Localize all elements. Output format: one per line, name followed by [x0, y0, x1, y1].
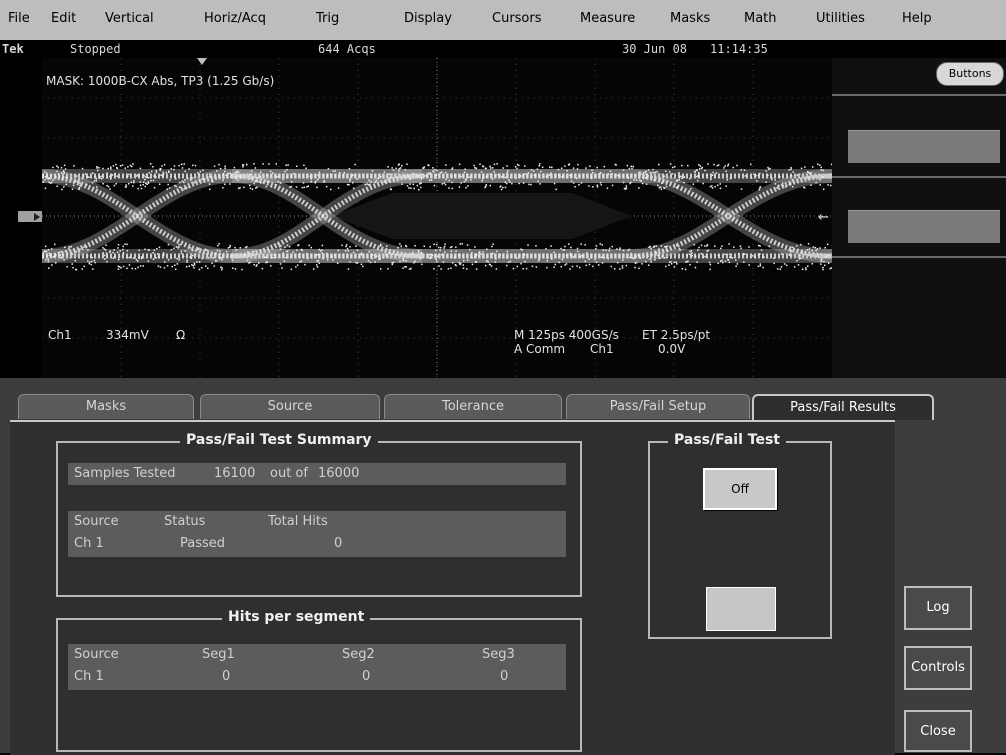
eye-diagram-graticule	[42, 58, 832, 378]
samples-tested-value: 16100	[214, 466, 255, 481]
seg-col-seg2-header: Seg2	[342, 647, 375, 662]
mask-label: MASK: 1000B-CX Abs, TP3 (1.25 Gb/s)	[46, 74, 274, 88]
brand-label: Tek	[2, 42, 24, 56]
acquisition-count: 644 Acqs	[318, 42, 376, 56]
samples-out-of-label: out of	[270, 466, 308, 481]
seg-col-source-header: Source	[74, 647, 119, 662]
tab-tolerance[interactable]: Tolerance	[384, 394, 562, 419]
seg-row-seg2-value: 0	[362, 669, 370, 684]
side-divider	[832, 176, 1006, 178]
seg-col-seg1-header: Seg1	[202, 647, 235, 662]
ch1-scale: 334mV	[106, 328, 149, 342]
log-button[interactable]: Log	[904, 586, 972, 630]
acquisition-state: Stopped	[70, 42, 121, 56]
segment-table: Source Seg1 Seg2 Seg3 Ch 1 0 0 0	[68, 644, 566, 690]
menu-utilities[interactable]: Utilities	[816, 11, 865, 26]
trigger-level: 0.0V	[658, 342, 685, 356]
pass-fail-off-button[interactable]: Off	[703, 468, 777, 510]
row-total-hits-value: 0	[334, 536, 342, 551]
menu-vertical[interactable]: Vertical	[105, 11, 154, 26]
side-divider	[832, 94, 1006, 96]
menu-file[interactable]: File	[8, 11, 30, 26]
samples-tested-row: Samples Tested 16100 out of 16000	[68, 463, 566, 485]
menu-edit[interactable]: Edit	[51, 11, 76, 26]
summary-title: Pass/Fail Test Summary	[180, 432, 378, 448]
controls-button[interactable]: Controls	[904, 646, 972, 690]
tab-masks[interactable]: Masks	[18, 394, 194, 419]
seg-col-seg3-header: Seg3	[482, 647, 515, 662]
horizontal-scale: M 125ps 400GS/s	[514, 328, 619, 342]
col-status-header: Status	[164, 514, 205, 529]
seg-row-seg1-value: 0	[222, 669, 230, 684]
menu-math[interactable]: Math	[744, 11, 777, 26]
trigger-mode: A Comm	[514, 342, 565, 356]
menu-display[interactable]: Display	[404, 11, 452, 26]
trigger-level-arrow-icon: ←	[818, 210, 829, 225]
seg-row-source-value: Ch 1	[74, 669, 104, 684]
status-date: 30 Jun 08	[622, 42, 687, 56]
pass-fail-status-indicator	[706, 587, 776, 631]
row-status-value: Passed	[180, 536, 225, 551]
close-button[interactable]: Close	[904, 710, 972, 752]
status-bar: Tek Stopped 644 Acqs 30 Jun 08 11:14:35	[0, 40, 1006, 58]
side-button-slot-1[interactable]	[848, 130, 1000, 163]
ch1-termination-unit: Ω	[176, 328, 185, 342]
record-resolution: ET 2.5ps/pt	[642, 328, 710, 342]
col-total-hits-header: Total Hits	[268, 514, 328, 529]
buttons-toggle-button[interactable]: Buttons	[936, 62, 1004, 86]
samples-tested-label: Samples Tested	[74, 466, 176, 481]
seg-row-seg3-value: 0	[500, 669, 508, 684]
trigger-source: Ch1	[590, 342, 614, 356]
waveform-display[interactable]: MASK: 1000B-CX Abs, TP3 (1.25 Gb/s) Ch1 …	[42, 58, 832, 378]
menu-horiz-acq[interactable]: Horiz/Acq	[204, 11, 266, 26]
col-source-header: Source	[74, 514, 119, 529]
side-button-slot-2[interactable]	[848, 210, 1000, 243]
hits-per-segment-group: Hits per segment Source Seg1 Seg2 Seg3 C…	[56, 618, 582, 752]
menu-trig[interactable]: Trig	[316, 11, 339, 26]
menu-cursors[interactable]: Cursors	[492, 11, 542, 26]
samples-total-value: 16000	[318, 466, 359, 481]
status-time: 11:14:35	[710, 42, 768, 56]
summary-group: Pass/Fail Test Summary Samples Tested 16…	[56, 441, 582, 597]
menu-masks[interactable]: Masks	[670, 11, 710, 26]
pass-fail-test-title: Pass/Fail Test	[668, 432, 786, 448]
menu-measure[interactable]: Measure	[580, 11, 635, 26]
ch1-label: Ch1	[48, 328, 72, 342]
side-divider	[832, 256, 1006, 258]
row-source-value: Ch 1	[74, 536, 104, 551]
tab-pass-fail-setup[interactable]: Pass/Fail Setup	[566, 394, 750, 419]
hits-per-segment-title: Hits per segment	[222, 609, 370, 625]
menu-help[interactable]: Help	[902, 11, 932, 26]
tab-source[interactable]: Source	[200, 394, 380, 419]
status-table: Source Status Total Hits Ch 1 Passed 0	[68, 511, 566, 557]
menu-bar: File Edit Vertical Horiz/Acq Trig Displa…	[0, 0, 1006, 41]
tab-pass-fail-results[interactable]: Pass/Fail Results	[752, 394, 934, 420]
ch1-ground-marker[interactable]	[18, 211, 42, 222]
side-menu-panel: Buttons	[832, 58, 1006, 378]
